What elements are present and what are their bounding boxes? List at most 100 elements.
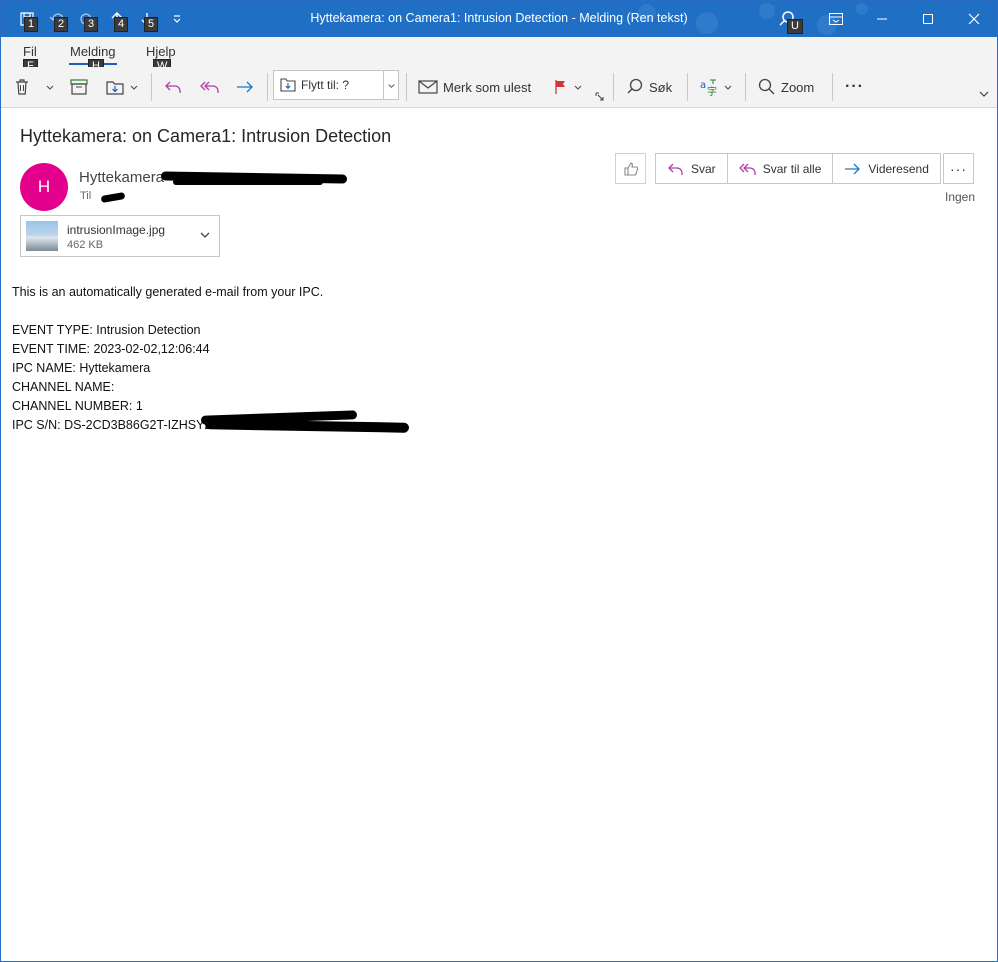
close-icon bbox=[968, 13, 980, 25]
outlook-message-window: 1 2 3 4 5 Hyttekamera: on Camera1: Intru… bbox=[0, 0, 998, 962]
reply-icon bbox=[165, 81, 181, 93]
move-folder-icon bbox=[106, 81, 124, 95]
reply-ribbon-button[interactable] bbox=[163, 73, 183, 101]
ribbon-display-button[interactable] bbox=[813, 1, 859, 37]
archive-icon bbox=[70, 79, 88, 95]
translate-button[interactable]: a字 bbox=[699, 73, 733, 101]
thumbs-up-icon bbox=[623, 161, 638, 176]
ribbon-separator bbox=[745, 73, 746, 101]
zoom-button[interactable]: Zoom bbox=[757, 73, 814, 101]
move-to-label: Flytt til: ? bbox=[301, 78, 350, 92]
reply-button[interactable]: Svar bbox=[656, 154, 728, 183]
dialog-launcher-icon bbox=[595, 92, 604, 101]
message-more-button[interactable]: ··· bbox=[943, 153, 974, 184]
ribbon-expand-button[interactable] bbox=[978, 87, 990, 101]
reply-all-label: Svar til alle bbox=[762, 161, 822, 176]
tags-dialog-launcher[interactable] bbox=[595, 91, 605, 103]
chevron-down-icon bbox=[724, 85, 732, 90]
forward-label: Videresend bbox=[868, 161, 929, 176]
flag-icon bbox=[555, 80, 565, 94]
attachment-name: intrusionImage.jpg bbox=[67, 223, 166, 237]
chevron-down-icon bbox=[574, 85, 582, 90]
title-bar: 1 2 3 4 5 Hyttekamera: on Camera1: Intru… bbox=[1, 1, 997, 37]
search-ribbon-button[interactable]: Søk bbox=[625, 73, 672, 101]
ribbon-tabs: Fil F Melding H Hjelp W bbox=[1, 37, 997, 74]
keytip-u: U bbox=[787, 19, 803, 34]
zoom-label: Zoom bbox=[781, 79, 815, 95]
body-line: IPC NAME: Hyttekamera bbox=[12, 361, 151, 375]
svg-text:字: 字 bbox=[707, 85, 717, 97]
svg-text:a: a bbox=[700, 80, 706, 91]
redaction-mark bbox=[173, 179, 323, 185]
chevron-down-icon bbox=[130, 85, 138, 90]
minimize-icon bbox=[877, 18, 887, 20]
attachment-thumbnail bbox=[26, 221, 58, 251]
reply-all-ribbon-button[interactable] bbox=[199, 73, 221, 101]
like-button[interactable] bbox=[615, 153, 646, 184]
window-controls bbox=[813, 1, 997, 37]
forward-icon bbox=[845, 163, 861, 174]
ribbon-separator bbox=[832, 73, 833, 101]
tab-fil[interactable]: Fil bbox=[23, 44, 37, 59]
attachment-card[interactable]: intrusionImage.jpg 462 KB bbox=[20, 215, 220, 257]
chevron-down-icon bbox=[46, 85, 54, 90]
chevron-down-icon[interactable] bbox=[199, 230, 211, 240]
archive-button[interactable] bbox=[69, 73, 89, 101]
to-label: Til bbox=[80, 190, 92, 202]
tab-hjelp[interactable]: Hjelp bbox=[146, 44, 176, 59]
maximize-button[interactable] bbox=[905, 1, 951, 37]
body-line: EVENT TYPE: Intrusion Detection bbox=[12, 323, 201, 337]
redaction-mark bbox=[100, 191, 126, 204]
trash-icon bbox=[16, 79, 28, 95]
ribbon-separator bbox=[151, 73, 152, 101]
forward-icon bbox=[237, 81, 253, 93]
zoom-icon bbox=[758, 78, 775, 95]
ribbon-separator bbox=[687, 73, 688, 101]
body-line bbox=[12, 302, 323, 321]
body-line: CHANNEL NAME: bbox=[12, 380, 115, 394]
ribbon-separator bbox=[267, 73, 268, 101]
sender-name[interactable]: Hyttekamera bbox=[79, 169, 164, 186]
message-more-label: ··· bbox=[950, 160, 967, 177]
envelope-icon bbox=[418, 80, 438, 94]
flag-button[interactable] bbox=[553, 73, 583, 101]
ribbon-display-icon bbox=[829, 13, 843, 25]
chevron-down-icon bbox=[979, 91, 989, 97]
message-actions: Svar Svar til alle Videresend bbox=[655, 153, 941, 184]
message-subject: Hyttekamera: on Camera1: Intrusion Detec… bbox=[20, 126, 392, 146]
move-to-dropdown[interactable]: Flytt til: ? bbox=[273, 70, 399, 100]
ribbon-separator bbox=[613, 73, 614, 101]
body-line: This is an automatically generated e-mai… bbox=[12, 285, 324, 299]
importance-label: Ingen bbox=[945, 190, 976, 204]
move-button[interactable] bbox=[105, 73, 139, 101]
title-search-button[interactable]: U bbox=[777, 9, 803, 34]
ribbon-more-label: ··· bbox=[845, 78, 864, 95]
forward-ribbon-button[interactable] bbox=[235, 73, 255, 101]
reply-label: Svar bbox=[691, 161, 716, 176]
forward-button[interactable]: Videresend bbox=[833, 154, 940, 183]
search-label: Søk bbox=[649, 79, 673, 95]
avatar-initial: H bbox=[37, 177, 51, 196]
close-button[interactable] bbox=[951, 1, 997, 37]
reply-icon bbox=[668, 163, 683, 175]
reply-all-icon bbox=[200, 81, 219, 93]
minimize-button[interactable] bbox=[859, 1, 905, 37]
ribbon-toolbar: Flytt til: ? Merk som ulest Søk a字 Zoom … bbox=[1, 67, 997, 108]
attachment-size: 462 KB bbox=[67, 239, 104, 251]
sender-avatar[interactable]: H bbox=[20, 163, 68, 211]
reply-all-button[interactable]: Svar til alle bbox=[728, 154, 834, 183]
ribbon-separator bbox=[406, 73, 407, 101]
chevron-down-icon bbox=[387, 83, 395, 88]
delete-button[interactable] bbox=[13, 73, 55, 101]
reply-all-icon bbox=[738, 163, 756, 175]
mark-unread-button[interactable]: Merk som ulest bbox=[417, 73, 531, 101]
mark-unread-label: Merk som ulest bbox=[443, 79, 532, 95]
search-icon bbox=[627, 78, 643, 94]
tab-melding[interactable]: Melding bbox=[69, 44, 117, 65]
translate-icon: a字 bbox=[700, 79, 717, 97]
ribbon-more-button[interactable]: ··· bbox=[845, 73, 864, 101]
move-to-icon bbox=[280, 78, 296, 92]
body-line: EVENT TIME: 2023-02-02,12:06:44 bbox=[12, 342, 210, 356]
maximize-icon bbox=[923, 14, 933, 24]
move-to-dropdown-arrow[interactable] bbox=[383, 71, 398, 99]
